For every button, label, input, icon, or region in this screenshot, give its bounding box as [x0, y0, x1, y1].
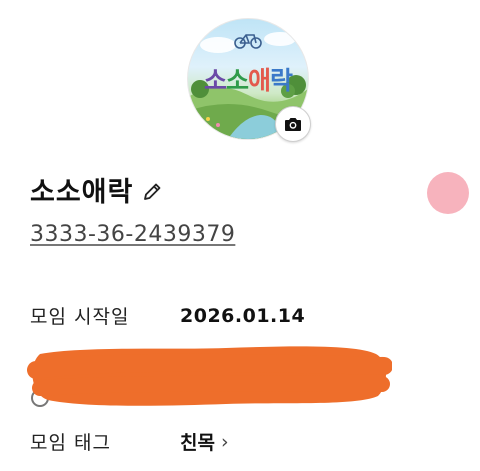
- edit-name-button[interactable]: [139, 179, 165, 205]
- account-number-link[interactable]: 3333-36-2439379: [30, 222, 235, 247]
- change-photo-button[interactable]: [275, 106, 311, 142]
- redaction-scribble: [27, 346, 392, 406]
- circle-icon: [31, 389, 49, 407]
- group-tag-value[interactable]: 친목 ›: [180, 428, 229, 455]
- logo-char: 애: [248, 66, 271, 95]
- camera-icon: [285, 118, 301, 131]
- chevron-right-icon: ›: [220, 430, 229, 453]
- pencil-icon: [144, 183, 161, 200]
- start-date-label: 모임 시작일: [30, 306, 130, 328]
- group-tag-text: 친목: [180, 432, 215, 454]
- group-profile-screen: 소소애락 소소애락 3333-36-2439379 모임 시작일 2026.01…: [0, 0, 480, 471]
- start-date-row: 모임 시작일 2026.01.14: [30, 302, 305, 329]
- group-tag-label: 모임 태그: [30, 432, 111, 454]
- status-indicator-dot: [427, 172, 469, 214]
- avatar-logo-text: 소소애락: [188, 61, 308, 97]
- logo-char: 소: [203, 66, 227, 95]
- logo-char: 락: [270, 66, 293, 95]
- group-name: 소소애락: [30, 177, 134, 208]
- start-date-value: 2026.01.14: [180, 304, 306, 327]
- group-tag-row[interactable]: 모임 태그 친목 ›: [30, 428, 229, 455]
- group-name-row: 소소애락: [30, 170, 165, 209]
- avatar-container: 소소애락: [187, 18, 311, 142]
- logo-char: 소: [225, 66, 249, 95]
